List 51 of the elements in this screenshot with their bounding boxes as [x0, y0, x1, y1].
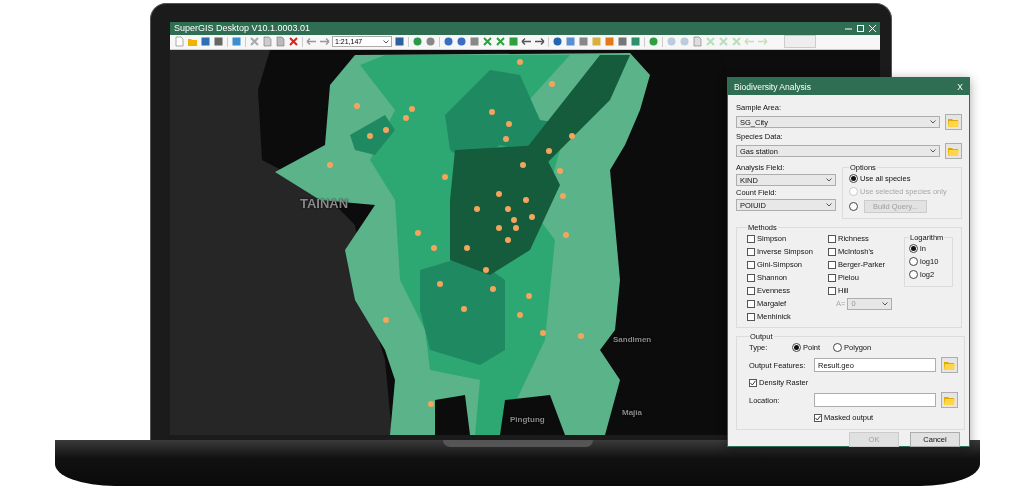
checkbox[interactable]: [747, 273, 755, 282]
folder-icon: [948, 146, 960, 156]
chevron-down-icon: [930, 120, 937, 124]
browse-folder-button[interactable]: [941, 392, 958, 408]
input-field[interactable]: [814, 393, 936, 407]
delete-icon[interactable]: [288, 36, 299, 48]
checkbox[interactable]: [747, 312, 755, 321]
folder-icon: [948, 117, 960, 127]
maximize-icon[interactable]: [857, 24, 864, 32]
checkbox[interactable]: [747, 260, 755, 269]
checkbox[interactable]: [747, 286, 755, 295]
dialog-title: Biodiversity Analysis: [734, 81, 811, 92]
checkbox[interactable]: [828, 260, 836, 269]
checkbox[interactable]: [747, 247, 755, 256]
checkbox[interactable]: [814, 413, 822, 422]
browse-folder-button[interactable]: [945, 143, 962, 159]
browse-folder-button[interactable]: [941, 357, 958, 373]
chevron-down-icon: [826, 203, 832, 207]
close-icon[interactable]: [869, 24, 876, 32]
right-arrow-icon[interactable]: [534, 36, 545, 48]
chevron-down-icon: [826, 178, 832, 182]
radio-button[interactable]: [909, 270, 918, 279]
window-title: SuperGIS Desktop V10.1.0003.01: [174, 23, 311, 34]
redo-arrow-icon[interactable]: [319, 36, 330, 48]
radio-button[interactable]: [909, 257, 918, 266]
chevron-down-icon: [930, 149, 937, 153]
checkbox[interactable]: [828, 286, 836, 295]
folder-icon: [944, 360, 955, 370]
checkbox[interactable]: [828, 234, 836, 243]
left-arrow-icon[interactable]: [521, 36, 532, 48]
checkbox[interactable]: [828, 247, 836, 256]
folder-icon: [944, 395, 955, 405]
checkbox[interactable]: [828, 273, 836, 282]
checkbox[interactable]: [747, 234, 755, 243]
browse-folder-button[interactable]: [945, 114, 962, 130]
page-icon[interactable]: [692, 36, 703, 48]
map-label: TAINAN: [300, 197, 349, 210]
radio-button[interactable]: [909, 244, 918, 253]
map-label: Sandimen: [613, 336, 652, 344]
map-label: Majia: [622, 409, 642, 417]
chevron-down-icon: [882, 301, 889, 306]
radio-button[interactable]: [792, 343, 801, 352]
map-label: Pingtung: [510, 416, 545, 424]
checkbox[interactable]: [749, 378, 757, 387]
radio-button[interactable]: [833, 343, 843, 352]
chevron-down-icon: [383, 39, 389, 44]
checkbox[interactable]: [747, 299, 755, 308]
close-button[interactable]: X: [957, 81, 963, 92]
radio-button[interactable]: [849, 174, 858, 183]
undo-arrow-icon[interactable]: [306, 36, 317, 48]
new-file-icon[interactable]: [174, 36, 185, 48]
